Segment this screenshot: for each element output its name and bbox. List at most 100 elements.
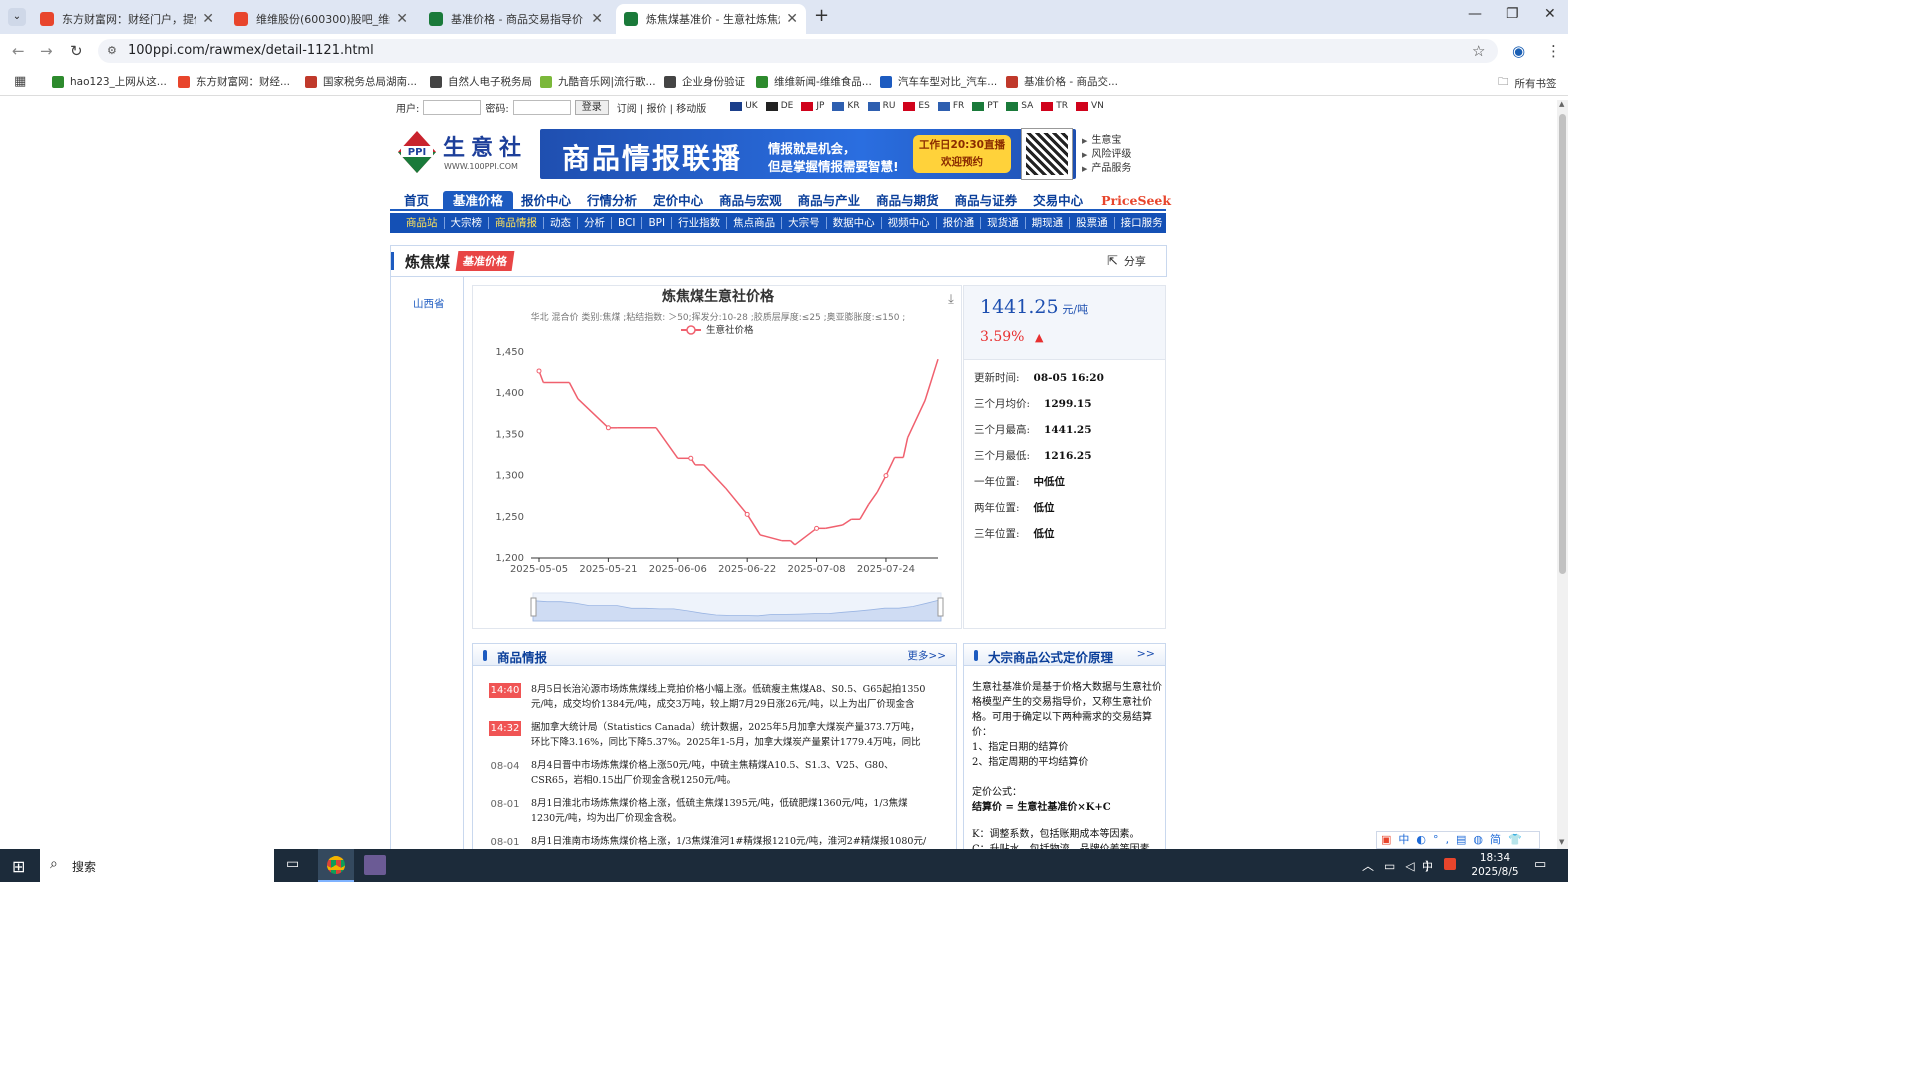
sub-nav-item[interactable]: 报价通: [937, 217, 982, 229]
scroll-thumb[interactable]: [1559, 114, 1566, 574]
sub-nav-item[interactable]: 分析: [578, 217, 612, 229]
reload-icon[interactable]: ↻: [70, 42, 83, 60]
news-item[interactable]: 14:32 据加拿大统计局（Statistics Canada）统计数据，2025…: [489, 720, 929, 750]
forward-icon[interactable]: →: [40, 42, 53, 60]
bookmark-item[interactable]: 国家税务总局湖南...: [305, 74, 417, 89]
language-flag[interactable]: FR: [937, 101, 964, 111]
sub-nav-item[interactable]: BCI: [612, 217, 643, 229]
minimize-icon[interactable]: —: [1468, 6, 1482, 22]
browser-tab[interactable]: 东方财富网：财经门户，提供专 ✕: [32, 4, 222, 34]
login-button[interactable]: 登录: [574, 100, 609, 115]
news-item[interactable]: 14:40 8月5日长治沁源市场炼焦煤线上竞拍价格小幅上涨。低硫瘦主焦煤A8、S0…: [489, 682, 929, 712]
language-flag[interactable]: DE: [765, 101, 793, 111]
bookmark-item[interactable]: 维维新闻-维维食品...: [756, 74, 872, 89]
back-icon[interactable]: ←: [12, 42, 25, 60]
taskbar-search[interactable]: ⌕ 搜索: [40, 849, 274, 882]
tab-close-icon[interactable]: ✕: [396, 11, 408, 27]
language-flag[interactable]: SA: [1006, 101, 1033, 111]
tab-close-icon[interactable]: ✕: [786, 11, 798, 27]
bookmark-item[interactable]: 汽车车型对比_汽车...: [880, 74, 997, 89]
chrome-taskbar-icon[interactable]: [318, 849, 354, 882]
news-item[interactable]: 08-01 8月1日淮北市场炼焦煤价格上涨，低硫主焦煤1395元/吨，低硫肥煤13…: [489, 796, 929, 826]
bookmark-item[interactable]: 九酷音乐网|流行歌...: [540, 74, 656, 89]
sub-nav-item[interactable]: 行业指数: [672, 217, 728, 229]
header-side-link[interactable]: ▶ 生意宝: [1082, 134, 1131, 148]
new-tab-button[interactable]: +: [814, 5, 829, 26]
main-nav-item[interactable]: 商品与产业: [790, 191, 869, 209]
main-nav-item[interactable]: 首页: [390, 191, 443, 209]
all-bookmarks[interactable]: 🗀 所有书签: [1498, 74, 1557, 92]
apps-icon[interactable]: ▦: [14, 74, 26, 89]
sub-nav-item[interactable]: 商品站: [400, 217, 445, 229]
restore-icon[interactable]: ❐: [1506, 6, 1519, 22]
site-info-icon[interactable]: ⚙: [107, 39, 117, 63]
main-nav-item[interactable]: 交易中心: [1025, 191, 1091, 209]
news-item[interactable]: 08-01 8月1日淮南市场炼焦煤价格上涨，1/3焦煤淮河1#精煤报1210元/吨…: [489, 834, 929, 849]
news-item[interactable]: 08-04 8月4日晋中市场炼焦煤价格上涨50元/吨，中硫主焦精煤A10.5、S1…: [489, 758, 929, 788]
language-flag[interactable]: ES: [903, 101, 930, 111]
notification-icon[interactable]: ▭: [1534, 857, 1546, 872]
language-flag[interactable]: UK: [730, 101, 758, 111]
app-taskbar-icon[interactable]: [364, 855, 386, 875]
star-icon[interactable]: ☆: [1472, 42, 1485, 60]
tray-ime[interactable]: 中: [1422, 858, 1433, 874]
language-flag[interactable]: RU: [867, 101, 895, 111]
news-more-link[interactable]: 更多>>: [907, 648, 946, 663]
bookmark-item[interactable]: 基准价格 - 商品交...: [1006, 74, 1118, 89]
header-side-link[interactable]: ▶ 风险评级: [1082, 148, 1131, 162]
windows-start-icon[interactable]: ⊞: [12, 857, 25, 876]
bookmark-item[interactable]: hao123_上网从这...: [52, 74, 167, 89]
clock[interactable]: 18:34 2025/8/5: [1466, 851, 1524, 879]
tab-close-icon[interactable]: ✕: [591, 11, 603, 27]
site-logo[interactable]: PPI 生意社 WWW.100PPI.COM: [397, 130, 527, 175]
sub-nav-item[interactable]: 数据中心: [827, 217, 882, 229]
sub-nav-item[interactable]: 大宗号: [782, 217, 827, 229]
username-input[interactable]: [423, 100, 482, 115]
bookmark-item[interactable]: 企业身份验证: [664, 74, 745, 89]
menu-icon[interactable]: ⋮: [1546, 42, 1561, 60]
main-nav-item[interactable]: 行情分析: [579, 191, 645, 209]
main-nav-item[interactable]: 商品与期货: [868, 191, 947, 209]
password-input[interactable]: [512, 100, 571, 115]
browser-tab[interactable]: 维维股份(600300)股吧_维维股 ✕: [226, 4, 416, 34]
main-nav-item[interactable]: PriceSeek: [1091, 191, 1181, 209]
main-nav-item[interactable]: 基准价格: [443, 191, 514, 209]
sub-nav-item[interactable]: 接口服务: [1115, 217, 1169, 229]
page-scrollbar[interactable]: ▲ ▼: [1557, 100, 1568, 849]
sub-nav-item[interactable]: 视频中心: [882, 217, 937, 229]
tab-close-icon[interactable]: ✕: [202, 11, 214, 27]
header-side-link[interactable]: ▶ 产品服务: [1082, 162, 1131, 176]
task-view-icon[interactable]: ▭: [286, 856, 299, 872]
url-input[interactable]: ⚙ 100ppi.com/rawmex/detail-1121.html: [98, 39, 1498, 63]
sub-nav-item[interactable]: 动态: [544, 217, 578, 229]
tab-search-button[interactable]: ⌄: [8, 8, 26, 26]
language-flag[interactable]: KR: [832, 101, 860, 111]
main-nav-item[interactable]: 商品与宏观: [711, 191, 790, 209]
region-shanxi[interactable]: 山西省: [413, 296, 445, 311]
top-links[interactable]: 订阅 | 报价 | 移动版: [617, 100, 706, 115]
scroll-up-icon[interactable]: ▲: [1559, 100, 1564, 108]
browser-tab[interactable]: 炼焦煤基准价 - 生意社炼焦煤价 ✕: [616, 4, 806, 34]
main-nav-item[interactable]: 商品与证券: [947, 191, 1026, 209]
sub-nav-item[interactable]: 大宗榜: [445, 217, 489, 229]
profile-icon[interactable]: ◉: [1512, 42, 1525, 60]
sub-nav-item[interactable]: 股票通: [1070, 217, 1115, 229]
ime-toolbar[interactable]: ▣中◐°‚▤◍简👕⚙: [1376, 831, 1540, 849]
scroll-down-icon[interactable]: ▼: [1559, 838, 1564, 846]
bookmark-item[interactable]: 东方财富网：财经...: [178, 74, 290, 89]
language-flag[interactable]: TR: [1041, 101, 1068, 111]
language-flag[interactable]: VN: [1076, 101, 1104, 111]
principle-more-link[interactable]: >>: [1137, 647, 1155, 660]
sub-nav-item[interactable]: 焦点商品: [727, 217, 783, 229]
close-window-icon[interactable]: ✕: [1544, 6, 1556, 22]
main-nav-item[interactable]: 报价中心: [513, 191, 579, 209]
sub-nav-item[interactable]: 现货通: [981, 217, 1026, 229]
language-flag[interactable]: JP: [801, 101, 824, 111]
main-nav-item[interactable]: 定价中心: [645, 191, 711, 209]
sub-nav-item[interactable]: BPI: [642, 217, 673, 229]
sub-nav-item[interactable]: 期现通: [1026, 217, 1071, 229]
bookmark-item[interactable]: 自然人电子税务局: [430, 74, 532, 89]
tray-app-icon[interactable]: [1444, 858, 1456, 870]
language-flag[interactable]: PT: [972, 101, 998, 111]
ad-banner[interactable]: 商品情报联播 情报就是机会， 但是掌握情报需要智慧! 工作日20:30直播 欢迎…: [540, 129, 1076, 179]
